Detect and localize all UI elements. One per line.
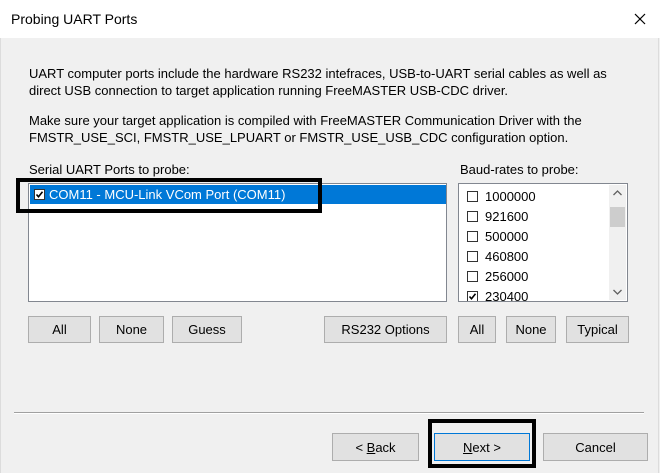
baud-item[interactable]: 500000	[467, 227, 607, 247]
baud-item-label: 1000000	[485, 189, 536, 204]
baud-item[interactable]: 921600	[467, 207, 607, 227]
baud-item[interactable]: 1000000	[467, 187, 607, 207]
baud-label: Baud-rates to probe:	[460, 162, 579, 177]
back-button-mnemonic: B	[366, 439, 376, 455]
description-line-2: direct USB connection to target applicat…	[29, 83, 509, 98]
back-button-label: ack	[375, 439, 396, 455]
baud-listbox[interactable]: 1000000 921600 500000 460800 256000 2304…	[458, 183, 628, 302]
ports-label: Serial UART Ports to probe:	[29, 162, 190, 177]
checkmark-icon	[468, 293, 477, 301]
baud-item-label: 256000	[485, 269, 529, 284]
baud-checkbox[interactable]	[467, 271, 478, 282]
ports-all-button[interactable]: All	[28, 316, 91, 343]
description-line-4: FMSTR_USE_SCI, FMSTR_USE_LPUART or FMSTR…	[29, 130, 569, 145]
scroll-down-icon[interactable]	[609, 283, 626, 300]
baud-item[interactable]: 460800	[467, 247, 607, 267]
back-button[interactable]: < Back	[332, 433, 419, 461]
baud-checkbox[interactable]	[467, 231, 478, 242]
scroll-thumb[interactable]	[610, 207, 625, 227]
description-line-1: UART computer ports include the hardware…	[29, 66, 607, 81]
baud-checkbox[interactable]	[467, 191, 478, 202]
ports-none-button[interactable]: None	[99, 316, 164, 343]
close-button[interactable]	[626, 5, 654, 33]
baud-item-label: 921600	[485, 209, 529, 224]
rs232-options-button[interactable]: RS232 Options	[324, 316, 447, 343]
guess-button[interactable]: Guess	[172, 316, 242, 343]
typical-button[interactable]: Typical	[566, 316, 629, 343]
window-title: Probing UART Ports	[11, 11, 138, 27]
baud-item-label: 230400	[485, 289, 529, 301]
close-icon	[634, 13, 646, 25]
next-highlight-annotation	[428, 419, 536, 468]
baud-item-label: 460800	[485, 249, 529, 264]
footer-separator-highlight	[14, 413, 644, 414]
cancel-button[interactable]: Cancel	[543, 433, 648, 461]
description-line-3: Make sure your target application is com…	[29, 113, 582, 128]
baud-checkbox[interactable]	[467, 291, 478, 301]
baud-item[interactable]: 230400	[467, 287, 607, 301]
baud-scrollbar[interactable]	[609, 185, 626, 300]
baud-all-button[interactable]: All	[458, 316, 496, 343]
port-highlight-annotation	[16, 178, 322, 213]
baud-none-button[interactable]: None	[506, 316, 556, 343]
baud-checkbox[interactable]	[467, 251, 478, 262]
baud-item[interactable]: 256000	[467, 267, 607, 287]
baud-item-label: 500000	[485, 229, 529, 244]
back-button-prefix: <	[355, 439, 367, 455]
baud-checkbox[interactable]	[467, 211, 478, 222]
scroll-up-icon[interactable]	[609, 185, 626, 202]
